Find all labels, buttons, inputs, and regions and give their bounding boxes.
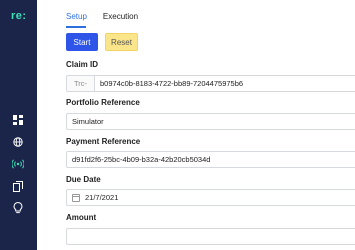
claim-id-value[interactable]: b0974c0b-8183-4722-bb89-7204475975b6 (95, 79, 243, 88)
copy-icon[interactable] (11, 179, 25, 193)
due-date-field[interactable]: 21/7/2021 (66, 189, 355, 206)
due-date-label: Due Date (66, 175, 101, 184)
tab-execution[interactable]: Execution (103, 11, 138, 25)
tab-bar: Setup Execution (66, 11, 154, 27)
due-date-value[interactable]: 21/7/2021 (80, 193, 118, 202)
portfolio-reference-value[interactable]: Simulator (67, 117, 104, 126)
payment-reference-value[interactable]: d91fd2f6-25bc-4b09-b32a-42b20cb5034d (67, 155, 210, 164)
reset-button[interactable]: Reset (105, 33, 138, 51)
claim-id-prefix: Trc- (67, 76, 95, 91)
main-panel: Setup Execution Start Reset Claim ID Trc… (37, 0, 355, 250)
portfolio-reference-field[interactable]: Simulator (66, 113, 355, 130)
tab-setup[interactable]: Setup (66, 11, 87, 25)
claim-id-label: Claim ID (66, 60, 99, 69)
claim-id-field[interactable]: Trc- b0974c0b-8183-4722-bb89-7204475975b… (66, 75, 355, 92)
broadcast-icon[interactable] (11, 157, 25, 171)
amount-label: Amount (66, 213, 97, 222)
sidebar: re: (0, 0, 37, 250)
portfolio-reference-label: Portfolio Reference (66, 98, 140, 107)
globe-icon[interactable] (11, 135, 25, 149)
lightbulb-icon[interactable] (11, 201, 25, 215)
payment-reference-field[interactable]: d91fd2f6-25bc-4b09-b32a-42b20cb5034d (66, 151, 355, 168)
payment-reference-label: Payment Reference (66, 137, 141, 146)
start-button[interactable]: Start (66, 33, 98, 51)
brand-logo[interactable]: re: (11, 10, 27, 22)
amount-field[interactable] (66, 228, 355, 245)
active-tab-indicator (66, 26, 86, 28)
calendar-icon[interactable] (72, 193, 80, 202)
dashboard-icon[interactable] (11, 113, 25, 127)
